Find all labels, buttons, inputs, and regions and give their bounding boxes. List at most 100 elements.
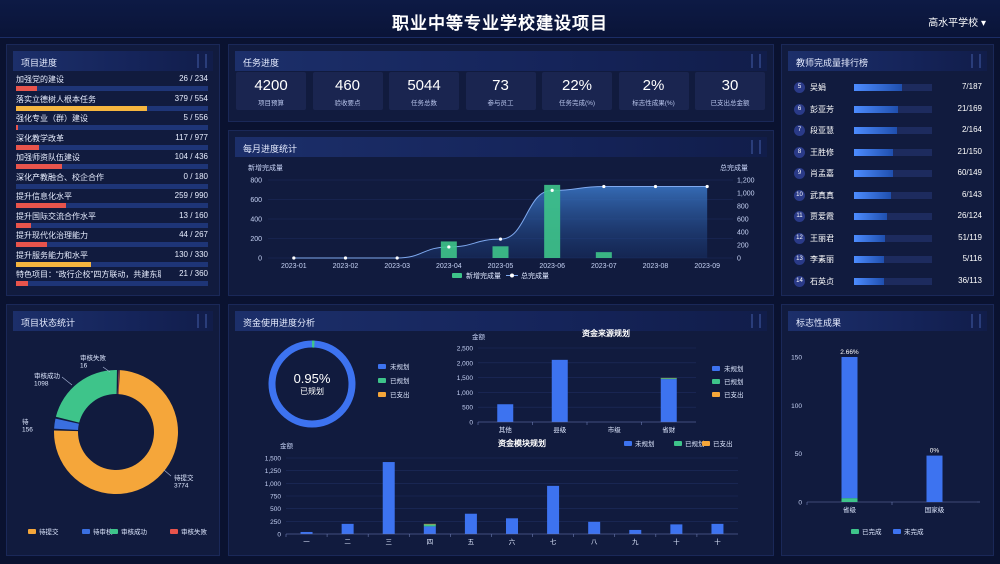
rank-bar-fill: [854, 148, 893, 156]
rank-value: 51/119: [958, 232, 982, 242]
project-item-name: 特色项目：“政行企校”四方联动，共建东职数…: [16, 270, 161, 279]
project-item-name: 加强党的建设: [16, 75, 64, 84]
x-tick: 省财: [662, 425, 676, 434]
project-item[interactable]: 提升信息化水平 259 / 990: [16, 191, 208, 209]
y-tick-right: 600: [737, 217, 749, 224]
task-stat-value: 73: [492, 77, 509, 94]
project-progress-track: [16, 222, 208, 228]
rank-row[interactable]: 5 吴娟 7/187: [794, 81, 984, 95]
rank-row[interactable]: 8 王胜修 21/150: [794, 146, 984, 160]
x-tick: 十: [673, 537, 680, 546]
legend-swatch: [452, 273, 462, 278]
total-point: [292, 256, 296, 260]
school-selector[interactable]: 高水平学校 ▾: [928, 14, 986, 29]
x-tick: 2023-06: [539, 263, 565, 270]
legend-label: 已规划: [390, 376, 410, 385]
landmark-bar: [841, 498, 858, 502]
project-item[interactable]: 深化产教融合、校企合作 0 / 180: [16, 172, 208, 190]
project-item[interactable]: 提升现代化治理能力 44 / 267: [16, 230, 208, 248]
y-tick: 750: [270, 494, 281, 501]
x-tick: 市级: [608, 425, 622, 434]
project-item[interactable]: 特色项目：“政行企校”四方联动，共建东职数… 21 / 360: [16, 269, 208, 287]
y-tick-right: 400: [737, 230, 749, 237]
rank-row[interactable]: 12 王丽君 51/119: [794, 232, 984, 246]
rank-row[interactable]: 14 石英贞 36/113: [794, 275, 984, 289]
rank-row[interactable]: 9 肖孟嘉 60/149: [794, 167, 984, 181]
rank-bar-track: [854, 256, 932, 263]
total-point: [395, 256, 399, 260]
rank-value: 26/124: [957, 211, 982, 220]
x-tick: 其他: [499, 425, 513, 434]
fund-bar: [660, 378, 677, 380]
rank-row[interactable]: 13 李素丽 5/116: [794, 253, 984, 267]
fund-bar: [670, 524, 683, 534]
task-stat-label: 任务完成(%): [558, 100, 596, 107]
rank-row[interactable]: 7 段亚慧 2/164: [794, 124, 984, 138]
rank-value: 36/113: [958, 275, 982, 285]
y-tick: 1,500: [265, 456, 282, 463]
panel-decoration: [751, 140, 761, 154]
task-stat-value: 30: [721, 77, 739, 94]
rank-bar-fill: [854, 277, 884, 285]
legend-swatch: [702, 441, 710, 446]
fund-bar: [660, 379, 677, 422]
project-item[interactable]: 加强党的建设 26 / 234: [16, 74, 208, 92]
project-item[interactable]: 提升国际交流合作水平 13 / 160: [16, 211, 208, 229]
task-stat-label: 已支出总金额: [710, 100, 750, 107]
rank-bar-track: [854, 234, 932, 242]
rank-teacher-name: 王丽君: [810, 233, 834, 243]
slice-label: 待 156: [22, 417, 33, 434]
panel-title: 每月进度统计: [243, 144, 298, 154]
new-completion-bar: [595, 252, 612, 258]
project-progress-fill: [16, 164, 63, 169]
y-tick-left: 800: [250, 178, 262, 185]
total-point: [550, 188, 554, 192]
rank-number-badge: 12: [794, 232, 805, 244]
project-item[interactable]: 强化专业（群）建设 5 / 556: [16, 113, 208, 131]
rank-value: 21/169: [957, 103, 982, 113]
y-axis-label-left: 新增完成量: [248, 163, 283, 172]
x-tick: 省级: [843, 505, 857, 514]
panel-header: 任务进度: [235, 51, 767, 71]
total-point: [343, 256, 348, 260]
panel-decoration: [971, 54, 981, 68]
project-item[interactable]: 提升服务能力和水平 130 / 330: [16, 250, 208, 268]
project-progress-track: [16, 105, 208, 111]
panel-title: 教师完成量排行榜: [796, 58, 869, 68]
project-progress-fill: [16, 242, 47, 247]
panel-header: 每月进度统计: [235, 137, 767, 157]
rank-bar-fill: [854, 234, 886, 242]
fund-bar: [382, 462, 395, 534]
x-tick: 县级: [553, 425, 567, 434]
rank-bar-fill: [854, 170, 893, 177]
legend-label: 未规划: [635, 439, 655, 448]
fund-bar: [423, 526, 436, 534]
legend-label: 未规划: [390, 362, 410, 371]
project-item-count: 130 / 330: [174, 249, 208, 259]
fund-bar: [341, 523, 354, 534]
project-item-name: 提升服务能力和水平: [16, 250, 88, 260]
task-stat-card: 30 已支出总金额: [695, 72, 765, 110]
project-progress-fill: [16, 281, 28, 286]
project-item[interactable]: 落实立德树人根本任务 379 / 554: [16, 94, 208, 112]
legend-swatch: [674, 441, 682, 446]
rank-row[interactable]: 6 彭亚芳 21/169: [794, 103, 984, 117]
rank-row[interactable]: 11 贾爱霞 26/124: [794, 210, 984, 224]
project-item[interactable]: 深化教学改革 117 / 977: [16, 133, 208, 151]
legend-swatch: [624, 441, 632, 446]
rank-row[interactable]: 10 武真真 6/143: [794, 189, 984, 203]
fund-bar: [547, 485, 560, 534]
y-tick-left: 200: [250, 236, 262, 243]
slice-label: 审核失败 16: [80, 353, 107, 370]
rank-bar-fill: [854, 127, 897, 134]
y-tick-left: 600: [250, 197, 262, 204]
project-item[interactable]: 加强师资队伍建设 104 / 436: [16, 152, 208, 170]
panel-decoration: [197, 54, 207, 68]
project-item-count: 26 / 234: [179, 74, 208, 83]
new-completion-bar: [544, 184, 561, 258]
legend-marker: [510, 273, 514, 278]
fund-bar: [588, 521, 601, 534]
fund-bar: [506, 518, 518, 534]
rank-number-badge: 11: [794, 211, 805, 222]
rank-number-badge: 7: [794, 125, 805, 136]
